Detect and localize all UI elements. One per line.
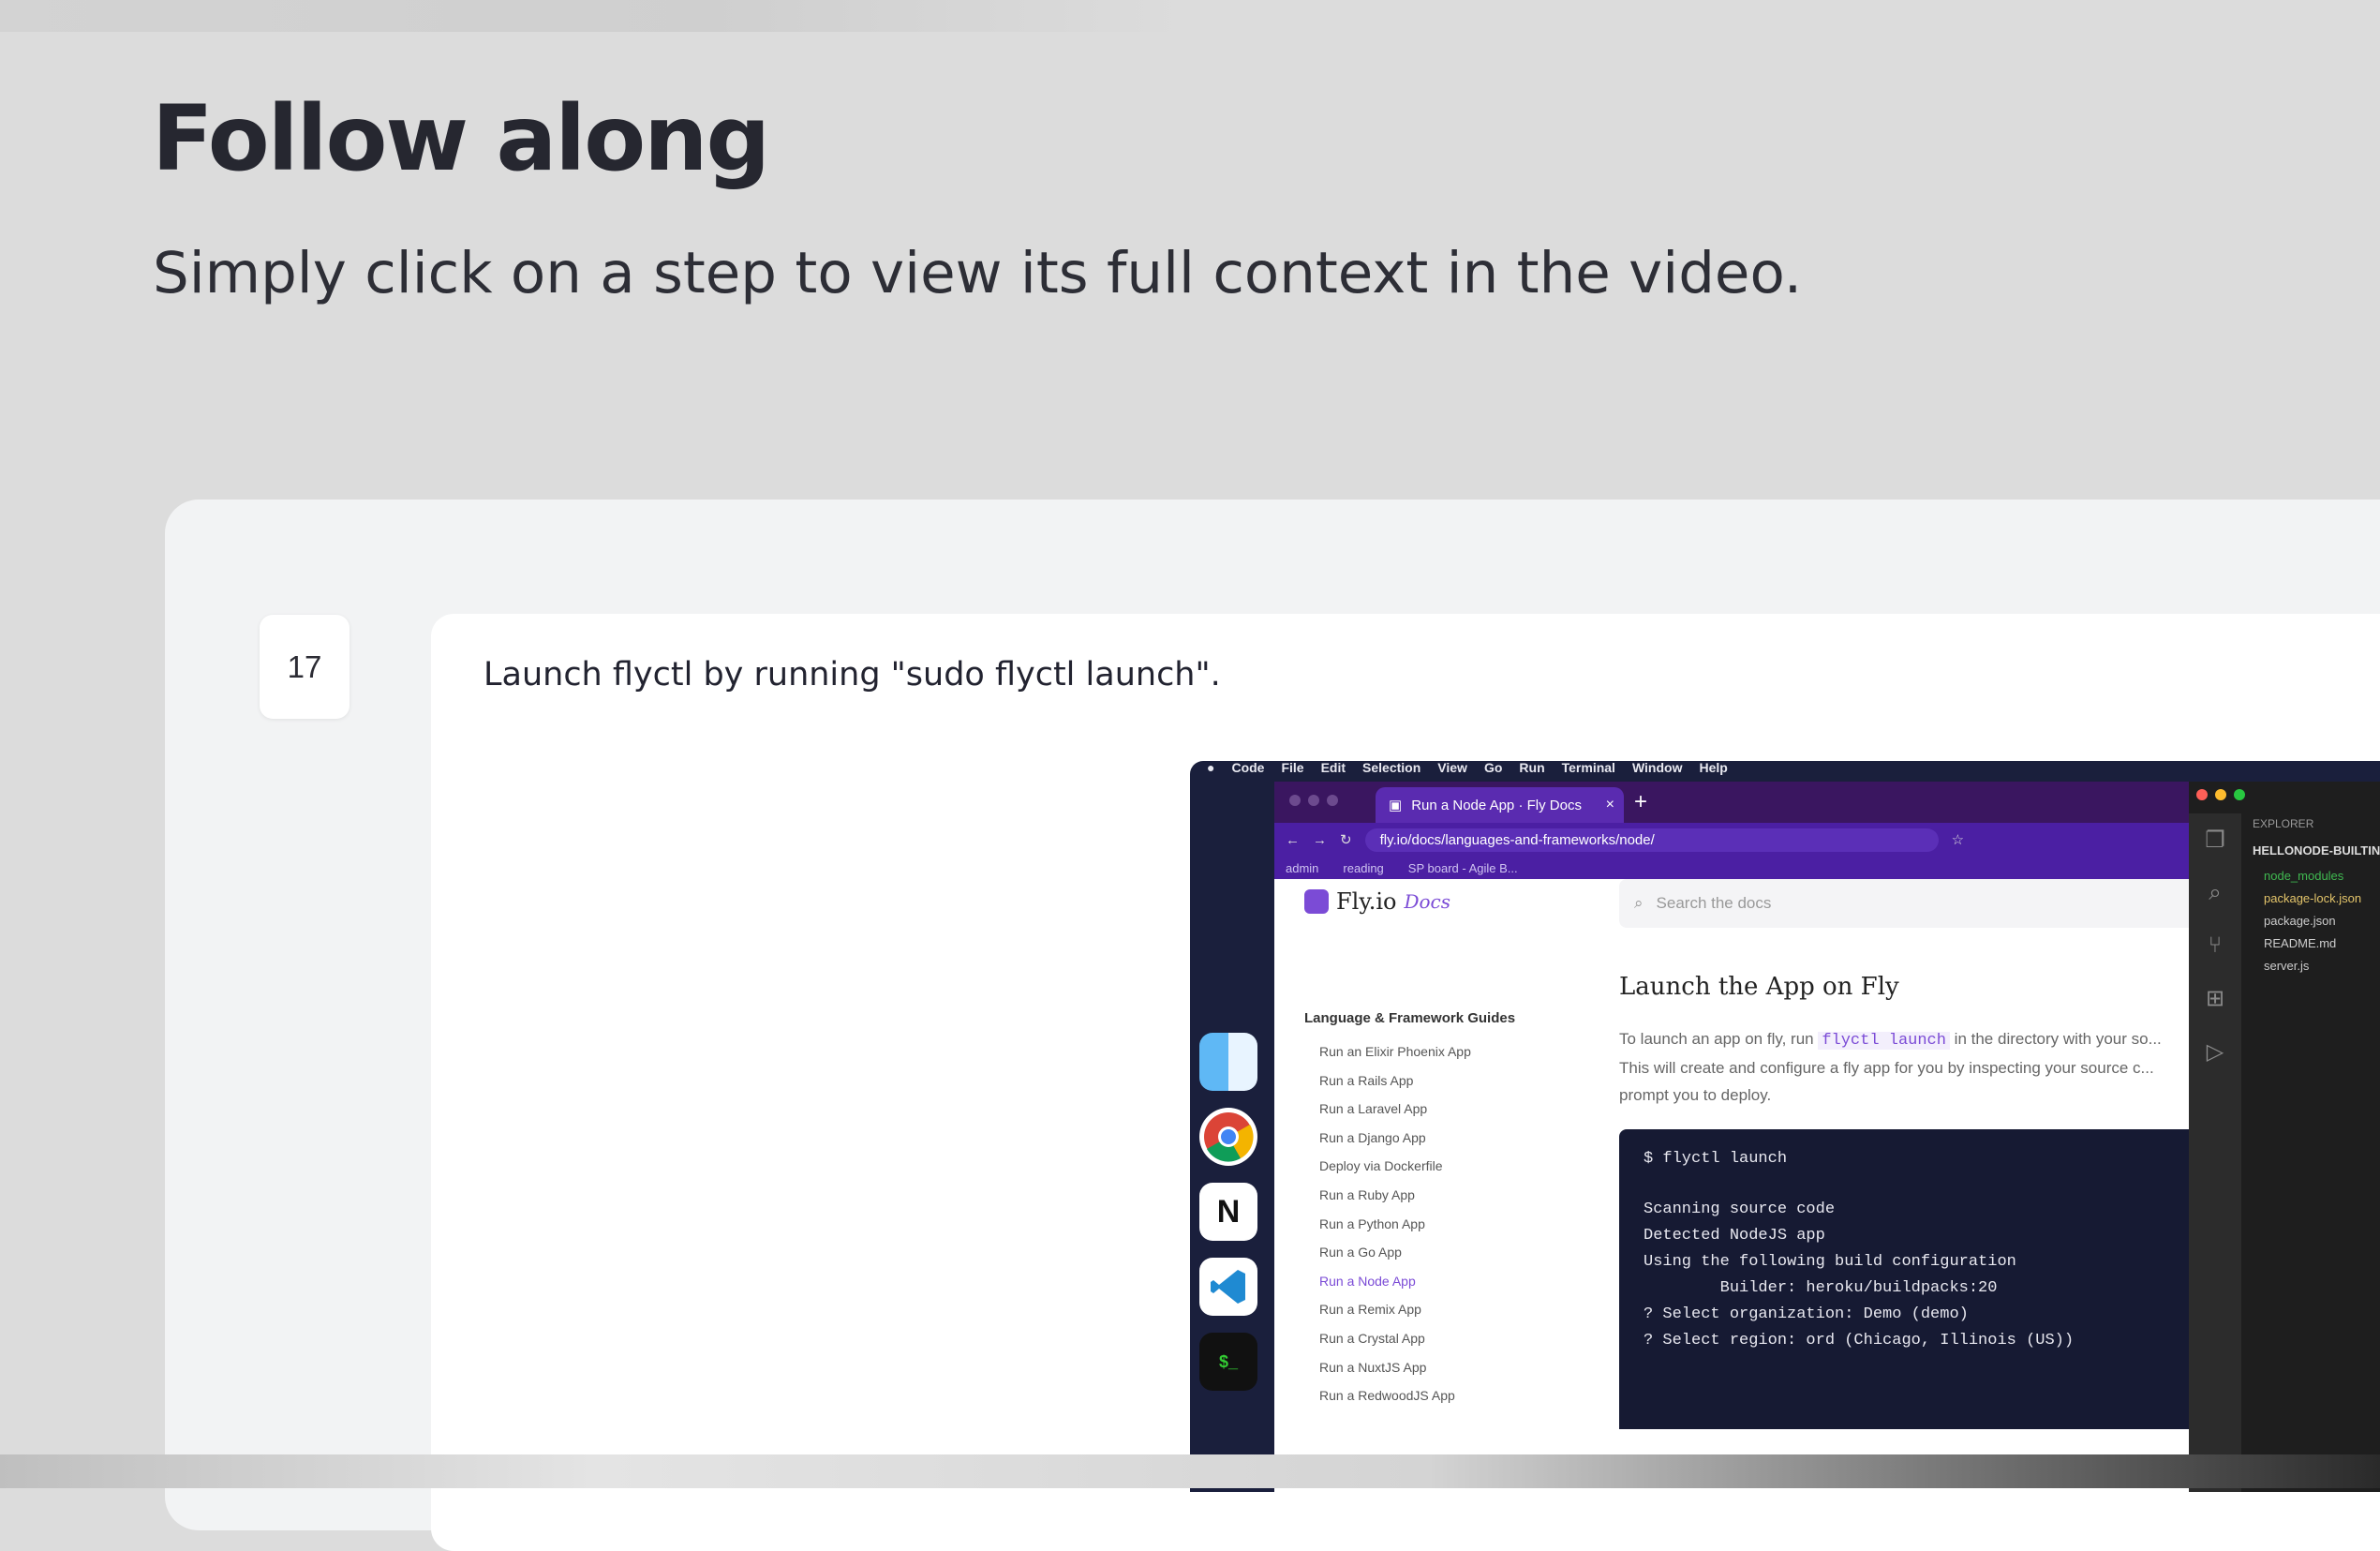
menubar-item: Help (1699, 761, 1728, 775)
inline-code: flyctl launch (1818, 1032, 1950, 1050)
tab-title: Run a Node App · Fly Docs (1411, 797, 1582, 813)
search-icon: ⌕ (1634, 894, 1644, 912)
nav-title: Language & Framework Guides (1304, 1010, 1516, 1026)
docs-paragraph: To launch an app on fly, run flyctl laun… (1619, 1025, 2228, 1109)
para-line: prompt you to deploy. (1619, 1086, 1772, 1104)
browser-tab: ▣ Run a Node App · Fly Docs × (1376, 787, 1624, 823)
fly-logo-icon (1304, 889, 1329, 914)
logo-text: Fly.io (1336, 888, 1397, 915)
nav-item: Run a Go App (1319, 1245, 1402, 1260)
terminal-icon: $_ (1199, 1333, 1257, 1391)
docs-search: ⌕ Search the docs (1619, 879, 2219, 928)
page-subtitle: Simply click on a step to view its full … (153, 240, 1803, 306)
step-screenshot[interactable]: ● Code File Edit Selection View Go Run T… (1190, 761, 2380, 1492)
tab-close-icon: × (1605, 797, 1614, 813)
explorer-file: package-lock.json (2264, 891, 2362, 905)
para-line: This will create and configure a fly app… (1619, 1059, 2154, 1077)
source-control-icon: ⑂ (2208, 932, 2223, 958)
docs-nav: Language & Framework Guides Run an Elixi… (1304, 1010, 1515, 1410)
para-prefix: To launch an app on fly, run (1619, 1030, 1819, 1048)
fly-logo: Fly.io Docs (1304, 888, 1450, 915)
bookmark-item: admin (1286, 860, 1319, 875)
menubar-item: Terminal (1561, 761, 1615, 775)
chrome-icon (1199, 1108, 1257, 1166)
docs-page: Fly.io Docs ⌕ Search the docs Language &… (1274, 879, 2228, 1492)
nav-item: Run a Remix App (1319, 1302, 1421, 1318)
terminal-line: ? Select region: ord (Chicago, Illinois … (1644, 1332, 2075, 1350)
explorer-file: server.js (2264, 959, 2310, 973)
nav-item: Run a Crystal App (1319, 1330, 1425, 1346)
new-tab-icon: + (1634, 789, 1648, 814)
bookmarks-bar: admin reading SP board - Agile B... (1274, 857, 2211, 879)
terminal-line: Scanning source code (1644, 1201, 1836, 1218)
menubar-item: Selection (1362, 761, 1421, 775)
nav-item-active: Run a Node App (1319, 1273, 1416, 1289)
nav-item: Run a Python App (1319, 1215, 1425, 1231)
docs-heading: Launch the App on Fly (1619, 973, 1899, 1001)
explorer-file: node_modules (2264, 869, 2344, 883)
mac-dock: N $_ (1199, 1033, 1261, 1408)
logo-subtext: Docs (1404, 890, 1450, 913)
search-placeholder: Search the docs (1656, 894, 1772, 912)
step-description[interactable]: Launch flyctl by running "sudo flyctl la… (483, 656, 1221, 693)
files-icon: ❐ (2205, 828, 2225, 853)
browser-tabbar: ▣ Run a Node App · Fly Docs × + (1274, 782, 2211, 823)
bottom-fade (0, 1454, 2380, 1488)
terminal-line: ? Select organization: Demo (demo) (1644, 1305, 1969, 1323)
docs-content: Launch the App on Fly To launch an app o… (1619, 973, 2228, 1429)
terminal-line: Using the following build configuration (1644, 1253, 2016, 1271)
terminal-line: Detected NodeJS app (1644, 1227, 1825, 1245)
terminal-block: $ flyctl launch Scanning source code Det… (1619, 1129, 2228, 1429)
menubar-item: File (1281, 761, 1304, 775)
finder-icon (1199, 1033, 1257, 1091)
nav-item: Run an Elixir Phoenix App (1319, 1044, 1471, 1059)
terminal-command: $ flyctl launch (1644, 1150, 1788, 1168)
para-suffix: in the directory with your so... (1949, 1030, 2162, 1048)
search-icon: ⌕ (2209, 880, 2222, 905)
explorer-file: package.json (2264, 914, 2336, 928)
menubar-item: Window (1631, 761, 1683, 775)
menubar-item: Code (1231, 761, 1265, 775)
nav-item: Run a Laravel App (1319, 1101, 1428, 1117)
nav-item: Run a Django App (1319, 1129, 1426, 1145)
menubar-item: Run (1519, 761, 1545, 775)
tab-favicon-icon: ▣ (1389, 798, 1403, 813)
vscode-activity-bar: ❐ ⌕ ⑂ ⊞ ▷ (2189, 813, 2241, 1492)
nav-item: Run a Rails App (1319, 1072, 1414, 1088)
extensions-icon: ⊞ (2205, 986, 2225, 1011)
browser-toolbar: ← → ↻ fly.io/docs/languages-and-framewor… (1274, 823, 2211, 857)
star-icon: ☆ (1951, 832, 1965, 848)
nav-item: Run a Ruby App (1319, 1186, 1415, 1202)
menubar-item: Edit (1320, 761, 1346, 775)
back-icon: ← (1286, 831, 1300, 848)
page-title: Follow along (152, 86, 770, 191)
reload-icon: ↻ (1340, 832, 1352, 848)
explorer-file: README.md (2264, 936, 2337, 950)
bookmark-item: SP board - Agile B... (1407, 860, 1518, 875)
mac-menubar: ● Code File Edit Selection View Go Run T… (1190, 761, 2380, 775)
step-number-badge[interactable]: 17 (260, 615, 350, 719)
browser-window: ▣ Run a Node App · Fly Docs × + ← → ↻ fl… (1274, 782, 2228, 1492)
vscode-icon (1199, 1258, 1257, 1316)
vscode-window-controls (2196, 789, 2245, 800)
forward-icon: → (1313, 831, 1327, 848)
explorer-folder: HELLONODE-BUILTIN (2253, 843, 2380, 858)
explorer-title: EXPLORER (2253, 817, 2314, 830)
top-fade (0, 0, 1190, 32)
bookmark-item: reading (1343, 860, 1384, 875)
menubar-item: Go (1483, 761, 1503, 775)
run-icon: ▷ (2206, 1039, 2224, 1065)
apple-icon: ● (1207, 761, 1215, 775)
terminal-line: Builder: heroku/buildpacks:20 (1644, 1279, 1998, 1297)
vscode-explorer: EXPLORER HELLONODE-BUILTIN node_modules … (2253, 817, 2380, 977)
nav-item: Run a RedwoodJS App (1319, 1388, 1455, 1404)
nav-item: Deploy via Dockerfile (1319, 1158, 1443, 1174)
notion-icon: N (1199, 1183, 1257, 1241)
nav-item: Run a NuxtJS App (1319, 1359, 1427, 1375)
vscode-window: ❐ ⌕ ⑂ ⊞ ▷ EXPLORER HELLONODE-BUILTIN nod… (2189, 782, 2380, 1492)
menubar-item: View (1437, 761, 1467, 775)
browser-window-controls (1289, 795, 1338, 806)
address-bar: fly.io/docs/languages-and-frameworks/nod… (1364, 828, 1939, 852)
